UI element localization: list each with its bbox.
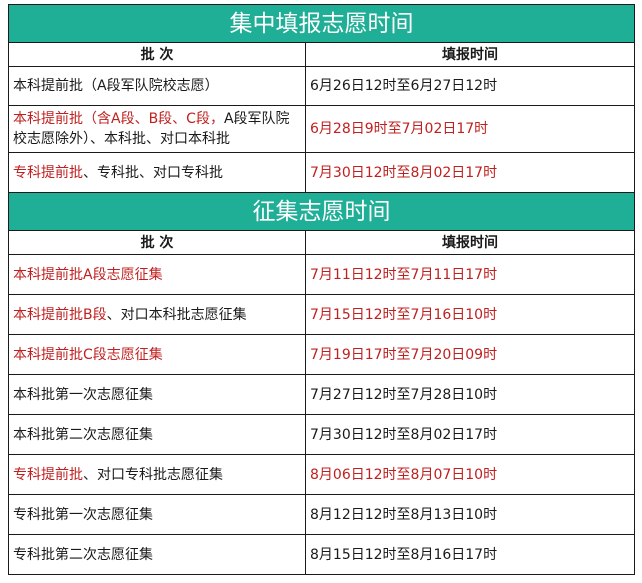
batch-text: 本科批第一次志愿征集 (13, 386, 153, 403)
table-row: 本科批第二次志愿征集 7月30日12时至8月02日17时 (8, 414, 635, 455)
time-cell: 7月11日12时至7月11日17时 (305, 254, 635, 295)
column-header-batch: 批 次 (8, 42, 306, 67)
table-row: 本科提前批A段志愿征集 7月11日12时至7月11日17时 (8, 254, 635, 295)
time-cell: 7月30日12时至8月02日17时 (305, 152, 635, 193)
schedule-document: 集中填报志愿时间 批 次 填报时间 本科提前批（A段军队院校志愿） 6月26日1… (8, 4, 635, 575)
batch-text: 专科提前批 (13, 466, 83, 483)
batch-cell: 专科提前批、对口专科批志愿征集 (8, 454, 306, 495)
batch-text: 专科批第二次志愿征集 (13, 546, 153, 563)
batch-text: 本科批第二次志愿征集 (13, 426, 153, 443)
column-header-batch: 批 次 (8, 230, 306, 255)
time-cell: 6月28日9时至7月02日17时 (305, 105, 635, 153)
table-row: 专科提前批、专科批、对口专科批 7月30日12时至8月02日17时 (8, 152, 635, 193)
batch-text: 专科批第一次志愿征集 (13, 506, 153, 523)
column-header-time: 填报时间 (305, 42, 635, 67)
batch-text: 本科提前批A段志愿征集 (13, 266, 163, 283)
table-row: 本科提前批（含A段、B段、C段，A段军队院校志愿除外）、本科批、对口本科批 6月… (8, 105, 635, 153)
time-cell: 6月26日12时至6月27日12时 (305, 66, 635, 106)
batch-text: 本科提前批（含A段、B段、C段， (13, 111, 224, 127)
table-row: 本科提前批C段志愿征集 7月19日17时至7月20日09时 (8, 334, 635, 375)
table-row: 本科提前批（A段军队院校志愿） 6月26日12时至6月27日12时 (8, 66, 635, 106)
section-title-row: 集中填报志愿时间 (8, 4, 635, 43)
column-header-time: 填报时间 (305, 230, 635, 255)
batch-text: 、对口专科批志愿征集 (83, 466, 223, 483)
table-row: 专科提前批、对口专科批志愿征集 8月06日12时至8月07日10时 (8, 454, 635, 495)
column-header-row: 批 次 填报时间 (8, 230, 635, 255)
table-row: 专科批第二次志愿征集 8月15日12时至8月16日17时 (8, 534, 635, 575)
batch-cell: 本科提前批B段、对口本科批志愿征集 (8, 294, 306, 335)
batch-cell: 专科提前批、专科批、对口专科批 (8, 152, 306, 193)
batch-text: 本科提前批C段志愿征集 (13, 346, 163, 363)
time-cell: 8月06日12时至8月07日10时 (305, 454, 635, 495)
table-row: 专科批第一次志愿征集 8月12日12时至8月13日10时 (8, 494, 635, 535)
time-cell: 8月12日12时至8月13日10时 (305, 494, 635, 535)
batch-text: 专科提前批 (13, 164, 83, 181)
column-header-row: 批 次 填报时间 (8, 42, 635, 67)
time-cell: 7月27日12时至7月28日10时 (305, 374, 635, 415)
batch-text: 、对口本科批志愿征集 (106, 306, 247, 323)
time-cell: 8月15日12时至8月16日17时 (305, 534, 635, 575)
batch-cell: 本科提前批C段志愿征集 (8, 334, 306, 375)
batch-cell: 本科批第二次志愿征集 (8, 414, 306, 455)
batch-cell: 专科批第二次志愿征集 (8, 534, 306, 575)
section-title-solicitation: 征集志愿时间 (8, 192, 635, 231)
batch-text: 本科提前批B段 (13, 306, 107, 323)
time-cell: 7月19日17时至7月20日09时 (305, 334, 635, 375)
batch-cell: 专科批第一次志愿征集 (8, 494, 306, 535)
section-title-centralized: 集中填报志愿时间 (8, 4, 635, 43)
schedule-table: 集中填报志愿时间 批 次 填报时间 本科提前批（A段军队院校志愿） 6月26日1… (8, 4, 635, 575)
batch-text: 、专科批、对口专科批 (83, 164, 223, 181)
batch-cell: 本科批第一次志愿征集 (8, 374, 306, 415)
batch-text: 本科提前批（A段军队院校志愿） (13, 78, 219, 94)
table-row: 本科提前批B段、对口本科批志愿征集 7月15日12时至7月16日10时 (8, 294, 635, 335)
batch-cell: 本科提前批A段志愿征集 (8, 254, 306, 295)
section-title-row: 征集志愿时间 (8, 192, 635, 231)
batch-cell: 本科提前批（含A段、B段、C段，A段军队院校志愿除外）、本科批、对口本科批 (8, 105, 306, 153)
table-row: 本科批第一次志愿征集 7月27日12时至7月28日10时 (8, 374, 635, 415)
time-cell: 7月15日12时至7月16日10时 (305, 294, 635, 335)
time-cell: 7月30日12时至8月02日17时 (305, 414, 635, 455)
batch-cell: 本科提前批（A段军队院校志愿） (8, 66, 306, 106)
